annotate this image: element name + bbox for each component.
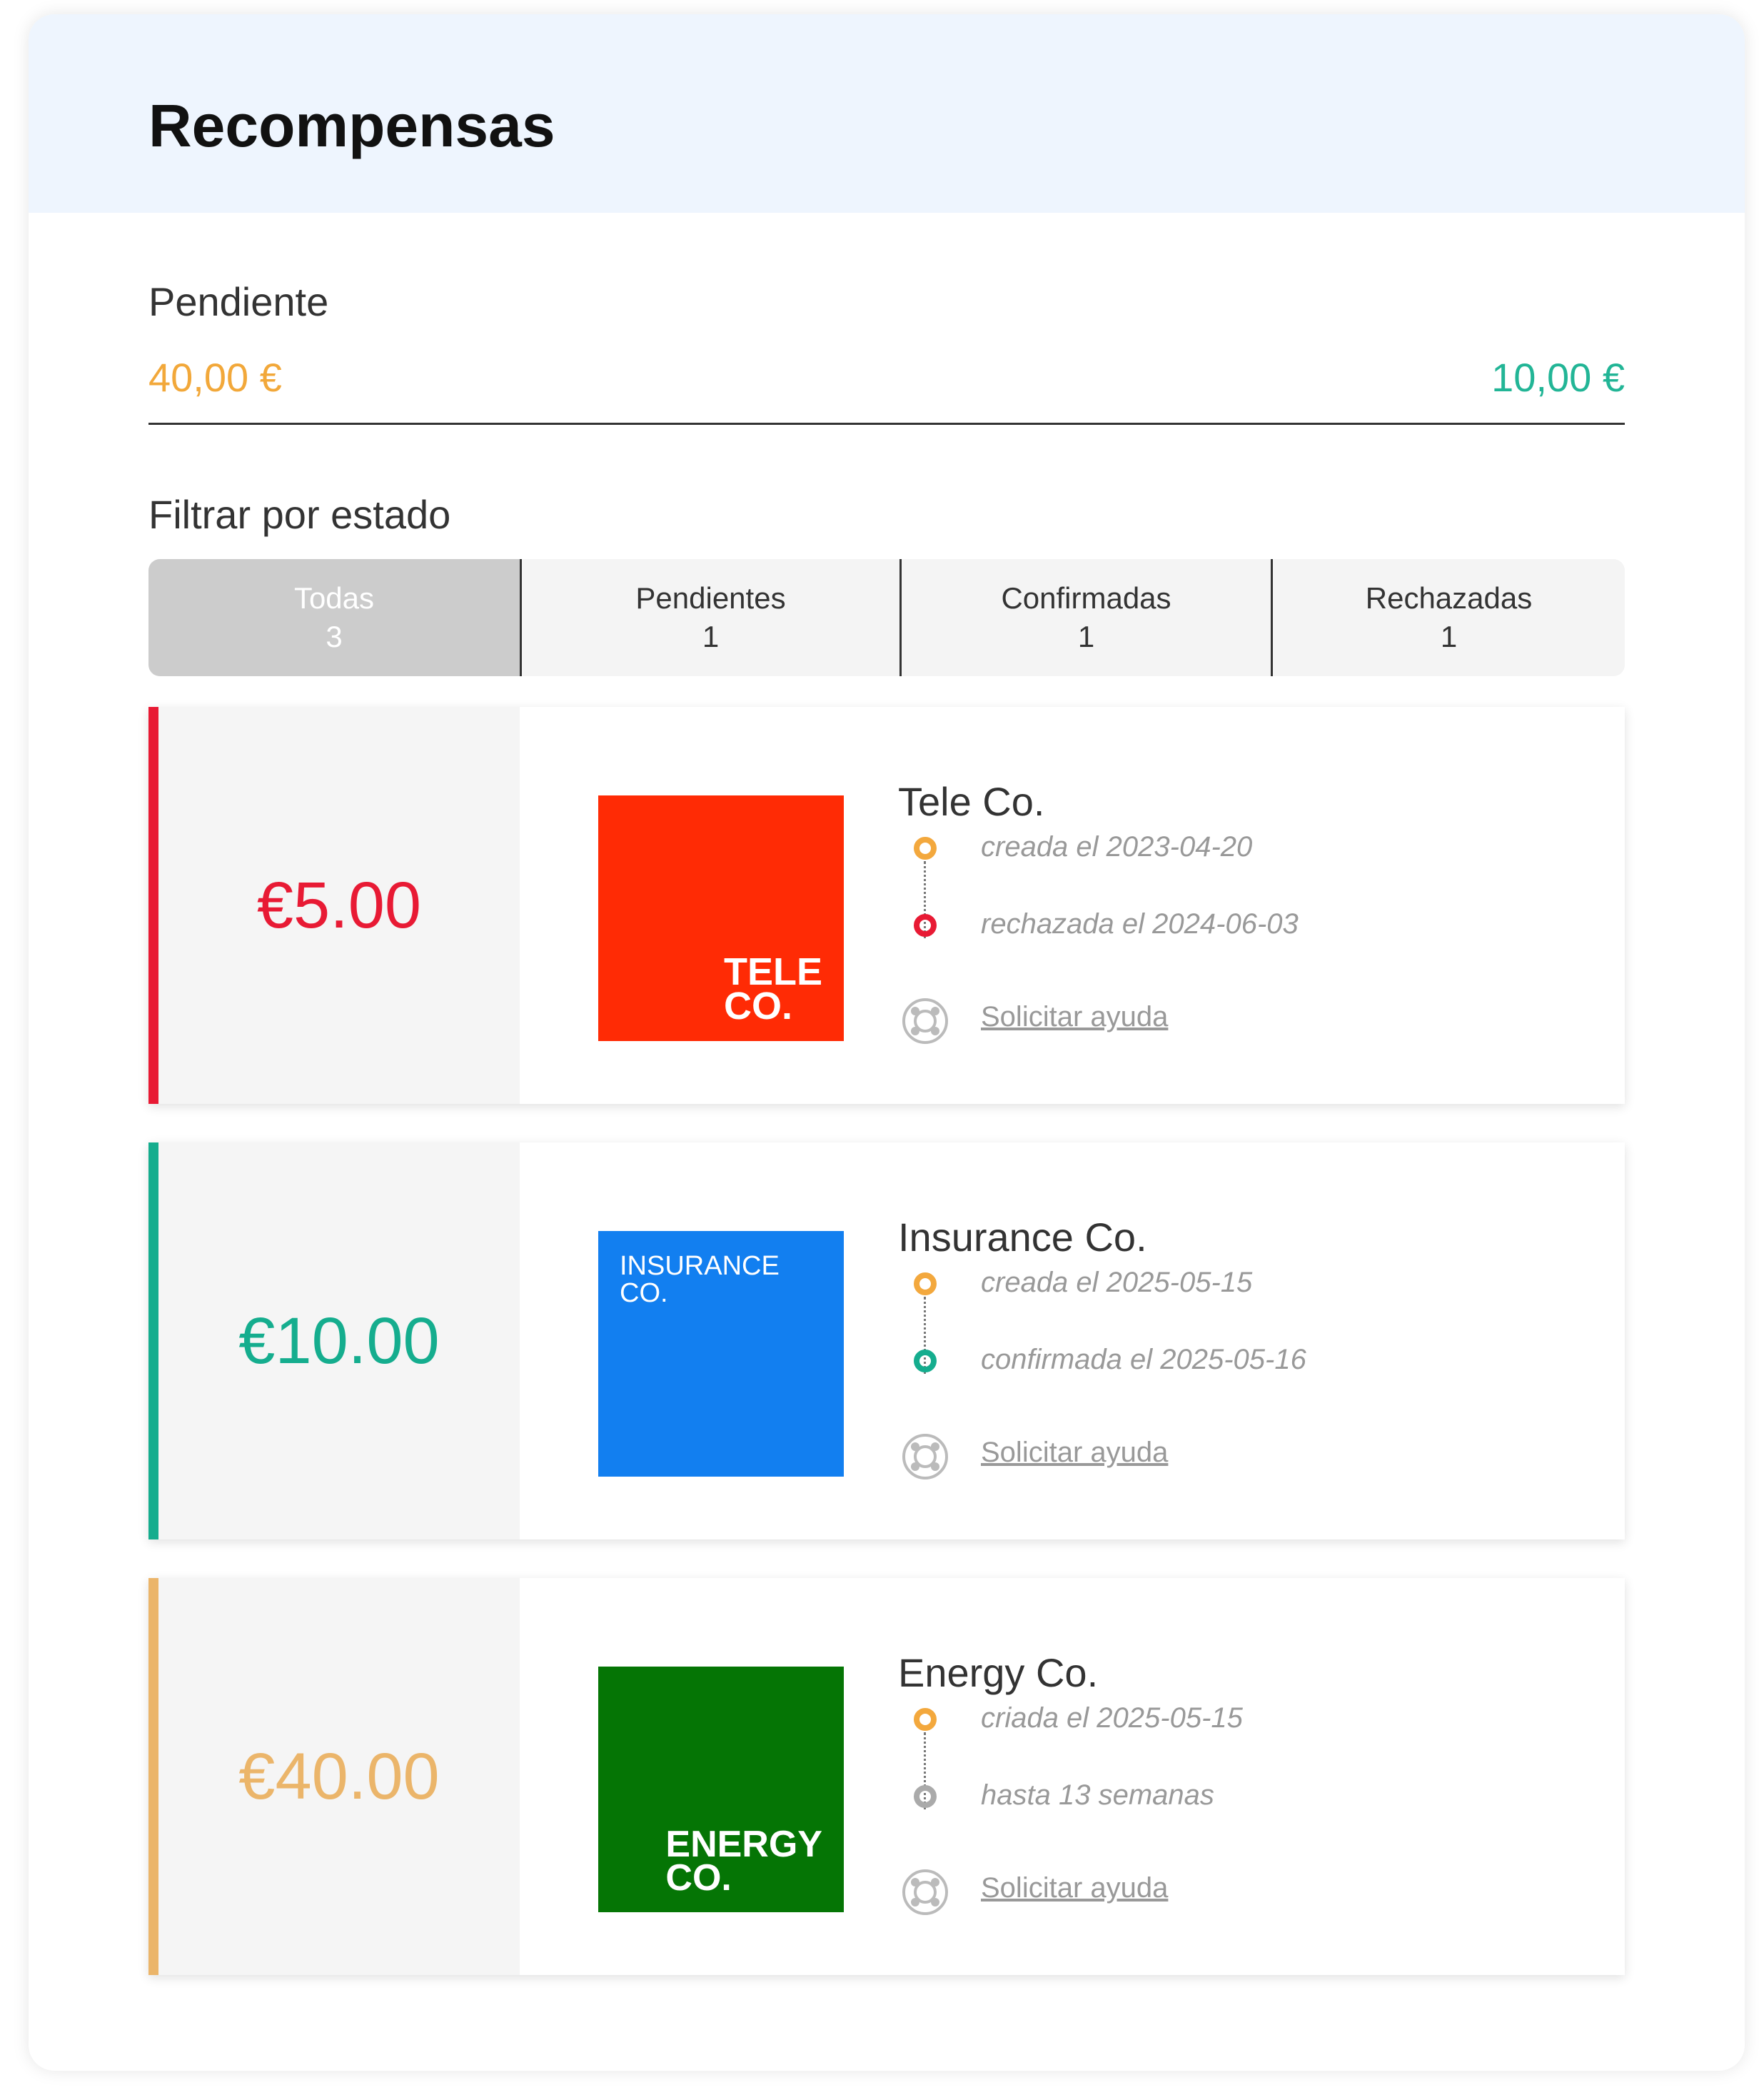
reward-amount: €40.00 bbox=[148, 1578, 520, 1975]
pending-dot-icon bbox=[914, 1785, 937, 1808]
pending-label: Pendiente bbox=[148, 279, 329, 324]
event-pending: hasta 13 semanas bbox=[981, 1779, 1214, 1811]
logo-text: ENERGY bbox=[665, 1824, 822, 1866]
lifebuoy-icon[interactable] bbox=[901, 1868, 949, 1916]
request-help-link[interactable]: Solicitar ayuda bbox=[981, 1872, 1168, 1904]
tab-count: 3 bbox=[326, 620, 343, 653]
tab-label: Confirmadas bbox=[1001, 581, 1171, 615]
rewards-panel: Recompensas Pendiente 40,00 € 10,00 € Fi… bbox=[29, 14, 1745, 2071]
event-rejected: rechazada el 2024-06-03 bbox=[981, 908, 1299, 940]
energy-co-logo: ENERGY CO. bbox=[598, 1667, 844, 1912]
confirmed-amount: 10,00 € bbox=[1491, 355, 1625, 400]
pending-amount: 40,00 € bbox=[148, 355, 282, 400]
tab-confirmed[interactable]: Confirmadas 1 bbox=[899, 559, 1271, 676]
status-filter-tabs: Todas 3 Pendientes 1 Confirmadas 1 Recha… bbox=[148, 559, 1625, 676]
filter-label: Filtrar por estado bbox=[148, 492, 451, 537]
reward-amount: €10.00 bbox=[148, 1142, 520, 1539]
lifebuoy-icon[interactable] bbox=[901, 997, 949, 1045]
tele-co-logo: TELE CO. bbox=[598, 795, 844, 1041]
page-title: Recompensas bbox=[148, 92, 555, 159]
company-name: Energy Co. bbox=[898, 1650, 1099, 1695]
event-created: creada el 2025-05-15 bbox=[981, 1267, 1253, 1298]
event-created: criada el 2025-05-15 bbox=[981, 1702, 1243, 1734]
tab-rejected[interactable]: Rechazadas 1 bbox=[1271, 559, 1625, 676]
rejected-dot-icon bbox=[914, 914, 937, 937]
event-created: creada el 2023-04-20 bbox=[981, 831, 1253, 863]
company-name: Insurance Co. bbox=[898, 1215, 1147, 1260]
logo-text: INSURANCE bbox=[620, 1251, 780, 1281]
event-confirmed: confirmada el 2025-05-16 bbox=[981, 1344, 1306, 1375]
tab-label: Pendientes bbox=[635, 581, 786, 615]
tab-count: 1 bbox=[702, 620, 720, 653]
tab-pending[interactable]: Pendientes 1 bbox=[520, 559, 899, 676]
divider bbox=[148, 423, 1625, 425]
tab-label: Rechazadas bbox=[1365, 581, 1533, 615]
created-dot-icon bbox=[914, 1272, 937, 1295]
header: Recompensas bbox=[29, 14, 1745, 213]
request-help-link[interactable]: Solicitar ayuda bbox=[981, 1437, 1168, 1469]
request-help-link[interactable]: Solicitar ayuda bbox=[981, 1001, 1168, 1033]
lifebuoy-icon[interactable] bbox=[901, 1432, 949, 1481]
created-dot-icon bbox=[914, 837, 937, 860]
confirmed-dot-icon bbox=[914, 1350, 937, 1372]
company-name: Tele Co. bbox=[898, 779, 1045, 824]
tab-all[interactable]: Todas 3 bbox=[148, 559, 520, 676]
created-dot-icon bbox=[914, 1708, 937, 1731]
reward-card-tele-co: €5.00 TELE CO. Tele Co. creada el 2023-0… bbox=[148, 707, 1625, 1104]
logo-text: CO. bbox=[665, 1857, 732, 1899]
tab-count: 1 bbox=[1077, 620, 1095, 653]
logo-text: TELE bbox=[723, 950, 822, 993]
tab-count: 1 bbox=[1440, 620, 1458, 653]
reward-card-energy-co: €40.00 ENERGY CO. Energy Co. criada el 2… bbox=[148, 1578, 1625, 1975]
logo-text: CO. bbox=[723, 985, 792, 1028]
reward-amount: €5.00 bbox=[148, 707, 520, 1104]
tab-label: Todas bbox=[293, 581, 375, 615]
logo-text: CO. bbox=[620, 1278, 668, 1308]
insurance-co-logo: INSURANCE CO. bbox=[598, 1231, 844, 1477]
reward-card-insurance-co: €10.00 INSURANCE CO. Insurance Co. cread… bbox=[148, 1142, 1625, 1539]
